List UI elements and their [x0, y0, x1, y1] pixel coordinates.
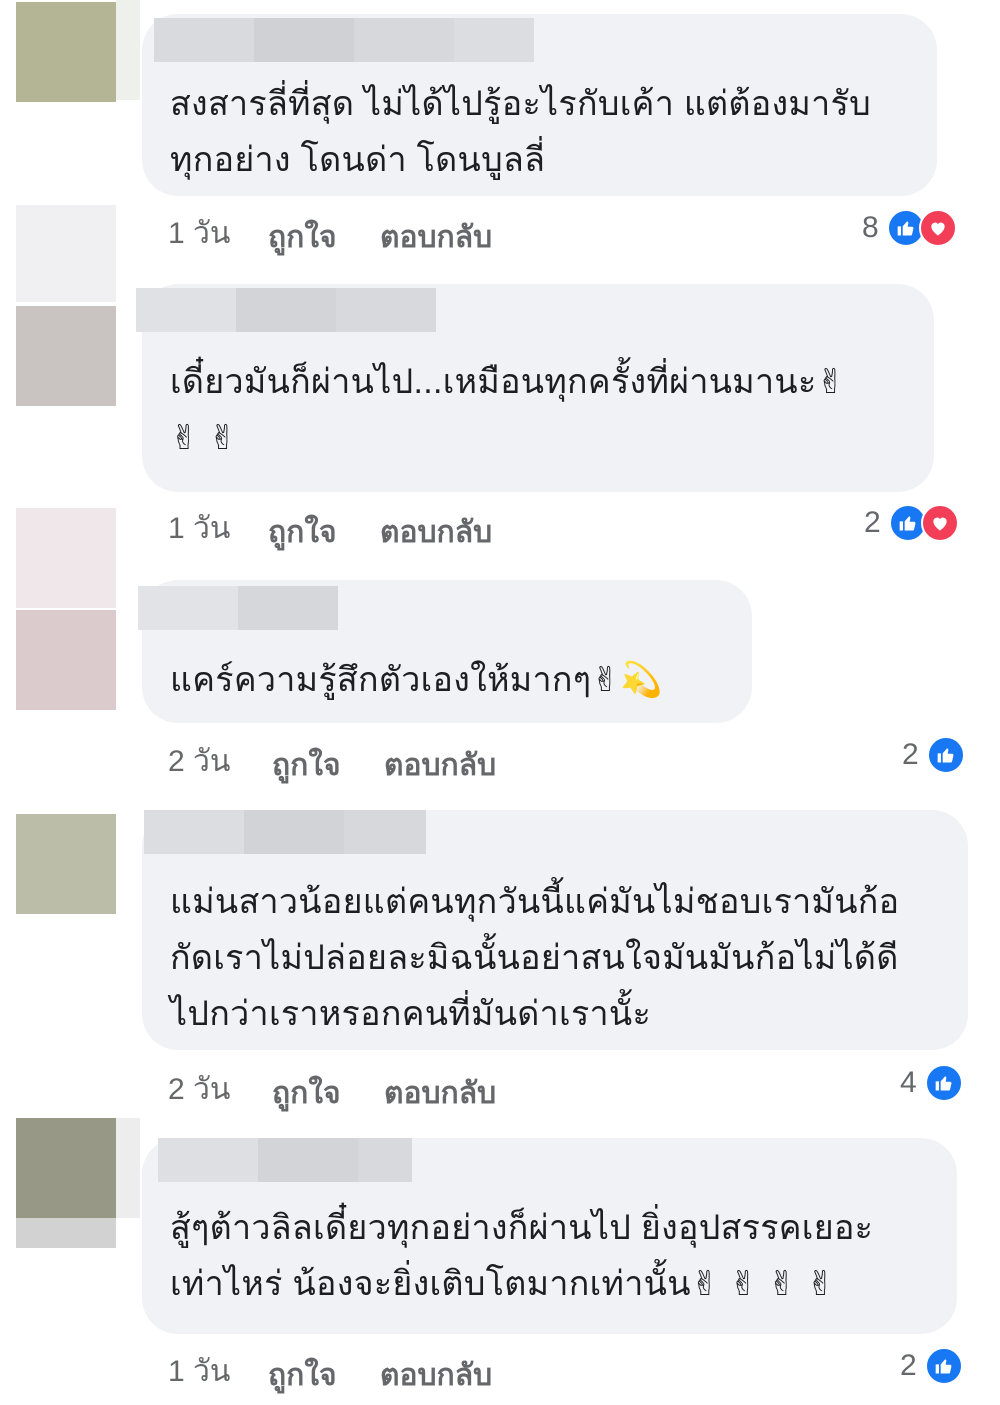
like-button[interactable]: ถูกใจ: [268, 509, 337, 556]
reaction-summary[interactable]: 4: [900, 1063, 963, 1103]
reaction-count: 2: [864, 506, 881, 539]
reply-button[interactable]: ตอบกลับ: [384, 742, 496, 789]
reply-button[interactable]: ตอบกลับ: [384, 1070, 496, 1117]
comment-actions: 1 วัน ถูกใจ ตอบกลับ: [168, 505, 568, 549]
timestamp[interactable]: 1 วัน: [168, 210, 230, 257]
comment-bubble: แคร์ความรู้สึกตัวเองให้มากๆ✌💫: [138, 580, 752, 723]
heart-icon: [918, 209, 957, 247]
comment-text: แม่นสาวน้อยแต่คนทุกวันนี้แค่มันไม่ชอบเรา…: [170, 883, 900, 1033]
reply-button[interactable]: ตอบกลับ: [380, 214, 492, 261]
reaction-count: 2: [902, 738, 919, 771]
reaction-summary[interactable]: 2: [900, 1346, 963, 1386]
comment-text: เดี๋ยวมันก็ผ่านไป...เหมือนทุกครั้งที่ผ่า…: [170, 363, 846, 457]
timestamp[interactable]: 1 วัน: [168, 1348, 230, 1395]
thumbs-up-icon: [926, 736, 965, 774]
avatar[interactable]: [16, 814, 116, 914]
reply-button[interactable]: ตอบกลับ: [380, 509, 492, 556]
author-name-blurred[interactable]: [158, 1138, 412, 1182]
comment-actions: 1 วัน ถูกใจ ตอบกลับ: [168, 1348, 568, 1392]
avatar[interactable]: [16, 306, 116, 406]
timestamp[interactable]: 1 วัน: [168, 505, 230, 552]
comment-actions: 2 วัน ถูกใจ ตอบกลับ: [168, 1066, 568, 1110]
like-button[interactable]: ถูกใจ: [272, 742, 341, 789]
avatar-blur-strip: [16, 508, 116, 608]
comment-text: สงสารลี่ที่สุด ไม่ได้ไปรู้อะไรกับเค้า แต…: [170, 85, 871, 179]
heart-icon: [920, 504, 959, 542]
comment-bubble: แม่นสาวน้อยแต่คนทุกวันนี้แค่มันไม่ชอบเรา…: [142, 810, 968, 1050]
avatar[interactable]: [16, 2, 116, 102]
comment-bubble: เดี๋ยวมันก็ผ่านไป...เหมือนทุกครั้งที่ผ่า…: [136, 284, 934, 492]
thumbs-up-icon: [924, 1064, 963, 1102]
like-button[interactable]: ถูกใจ: [272, 1070, 341, 1117]
avatar-blur-strip: [16, 205, 116, 302]
reply-button[interactable]: ตอบกลับ: [380, 1352, 492, 1399]
avatar[interactable]: [16, 1118, 116, 1218]
comment-actions: 1 วัน ถูกใจ ตอบกลับ: [168, 210, 568, 254]
reaction-count: 8: [862, 211, 879, 244]
like-button[interactable]: ถูกใจ: [268, 214, 337, 261]
reaction-summary[interactable]: 8: [862, 208, 957, 248]
comment-bubble: สู้ๆต้าวลิลเดี๋ยวทุกอย่างก็ผ่านไป ยิ่งอุ…: [142, 1138, 957, 1334]
author-name-blurred[interactable]: [136, 288, 436, 332]
thumbs-up-icon: [924, 1347, 963, 1385]
author-name-blurred[interactable]: [144, 810, 426, 854]
like-button[interactable]: ถูกใจ: [268, 1352, 337, 1399]
reaction-count: 4: [900, 1066, 917, 1099]
comment-text: แคร์ความรู้สึกตัวเองให้มากๆ✌💫: [170, 661, 663, 699]
avatar-blur-strip: [16, 1218, 116, 1248]
avatar-edge: [116, 0, 140, 100]
comment-text: สู้ๆต้าวลิลเดี๋ยวทุกอย่างก็ผ่านไป ยิ่งอุ…: [170, 1209, 874, 1303]
timestamp[interactable]: 2 วัน: [168, 738, 230, 785]
timestamp[interactable]: 2 วัน: [168, 1066, 230, 1113]
avatar[interactable]: [16, 610, 116, 710]
author-name-blurred[interactable]: [154, 18, 534, 62]
reaction-summary[interactable]: 2: [902, 735, 965, 775]
avatar-blur-strip: [16, 102, 116, 202]
reaction-summary[interactable]: 2: [864, 503, 959, 543]
avatar-edge: [116, 1118, 140, 1218]
author-name-blurred[interactable]: [138, 586, 338, 630]
reaction-count: 2: [900, 1349, 917, 1382]
comment-actions: 2 วัน ถูกใจ ตอบกลับ: [168, 738, 568, 782]
comment-bubble: สงสารลี่ที่สุด ไม่ได้ไปรู้อะไรกับเค้า แต…: [142, 14, 937, 196]
